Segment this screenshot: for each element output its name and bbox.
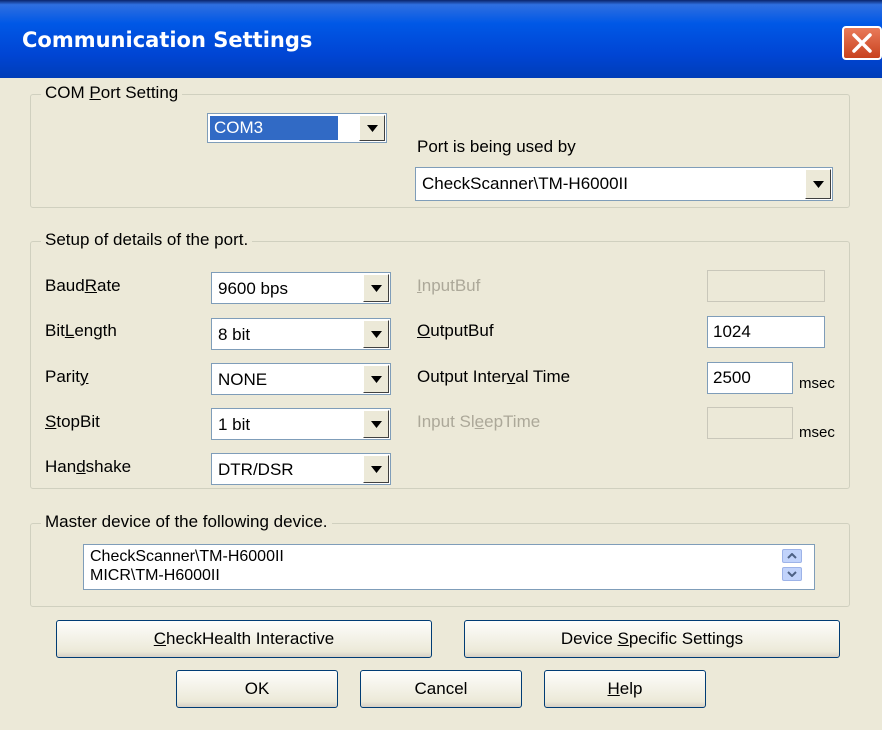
baudrate-value: 9600 bps [218,279,288,298]
input-sleep-field [707,407,793,439]
parity-label: Parity [45,367,89,386]
master-device-group-label: Master device of the following device. [41,512,332,532]
outputbuf-label: OutputBuf [417,321,494,340]
scroll-down-icon [787,571,797,577]
bitlength-select[interactable]: 8 bit [211,318,391,350]
com-port-select[interactable]: COM3 [207,113,387,143]
parity-dropdown-button[interactable] [363,365,389,393]
dropdown-arrow-icon [813,181,824,188]
port-used-by-select[interactable]: CheckScanner\TM-H6000II [415,167,833,201]
dropdown-arrow-icon [367,125,378,132]
dropdown-arrow-icon [371,285,382,292]
port-used-by-value: CheckScanner\TM-H6000II [422,174,628,193]
port-used-by-label: Port is being used by [417,137,576,156]
bitlength-value: 8 bit [218,325,251,344]
dialog-body: COM Port Setting COM3 Port is being used… [0,78,882,730]
ok-button[interactable]: OK [176,670,338,708]
handshake-select[interactable]: DTR/DSR [211,453,391,485]
cancel-button[interactable]: Cancel [360,670,522,708]
stopbit-select[interactable]: 1 bit [211,408,391,440]
title-bar: Communication Settings [0,0,882,78]
parity-select[interactable]: NONE [211,363,391,395]
scroll-down-button[interactable] [782,567,802,581]
stopbit-value: 1 bit [218,415,251,434]
handshake-dropdown-button[interactable] [363,455,389,483]
outputbuf-value: 1024 [713,322,751,341]
dropdown-arrow-icon [371,466,382,473]
com-port-group-label: COM Port Setting [41,83,183,103]
output-interval-field[interactable]: 2500 [707,362,793,394]
output-interval-unit: msec [799,375,835,392]
port-used-by-dropdown-button[interactable] [805,169,831,199]
output-interval-label: Output Interval Time [417,367,571,386]
parity-value: NONE [218,370,268,389]
com-port-value: COM3 [210,116,338,140]
help-button[interactable]: Help [544,670,706,708]
dropdown-arrow-icon [371,376,382,383]
baudrate-dropdown-button[interactable] [363,274,389,302]
close-button[interactable] [842,26,882,60]
com-port-dropdown-button[interactable] [359,115,385,141]
port-details-group-label: Setup of details of the port. [41,230,253,250]
handshake-label: Handshake [45,457,132,476]
bitlength-label: BitLength [45,321,117,340]
output-interval-value: 2500 [713,368,751,387]
window-title: Communication Settings [22,28,313,52]
outputbuf-field[interactable]: 1024 [707,316,825,348]
handshake-value: DTR/DSR [218,460,294,479]
baudrate-label: BaudRate [45,276,121,295]
list-item[interactable]: MICR\TM-H6000II [90,567,220,585]
bitlength-dropdown-button[interactable] [363,320,389,348]
stopbit-dropdown-button[interactable] [363,410,389,438]
scroll-up-button[interactable] [782,549,802,563]
stopbit-label: StopBit [45,412,100,431]
inputbuf-field [707,270,825,302]
inputbuf-label: InputBuf [417,276,481,295]
device-specific-settings-button[interactable]: Device Specific Settings [464,620,840,658]
com-port-group: COM Port Setting COM3 Port is being used… [30,83,850,208]
dropdown-arrow-icon [371,331,382,338]
list-item[interactable]: CheckScanner\TM-H6000II [90,548,284,566]
master-device-list[interactable]: CheckScanner\TM-H6000II MICR\TM-H6000II [83,544,815,590]
checkhealth-interactive-button[interactable]: CheckHealth Interactive [56,620,432,658]
input-sleep-label: Input SleepTime [417,412,541,431]
baudrate-select[interactable]: 9600 bps [211,272,391,304]
input-sleep-unit: msec [799,424,835,441]
port-details-group: Setup of details of the port. BaudRate 9… [30,230,850,489]
dropdown-arrow-icon [371,421,382,428]
master-device-group: Master device of the following device. C… [30,512,850,607]
scroll-up-icon [787,553,797,559]
close-icon [852,33,872,53]
